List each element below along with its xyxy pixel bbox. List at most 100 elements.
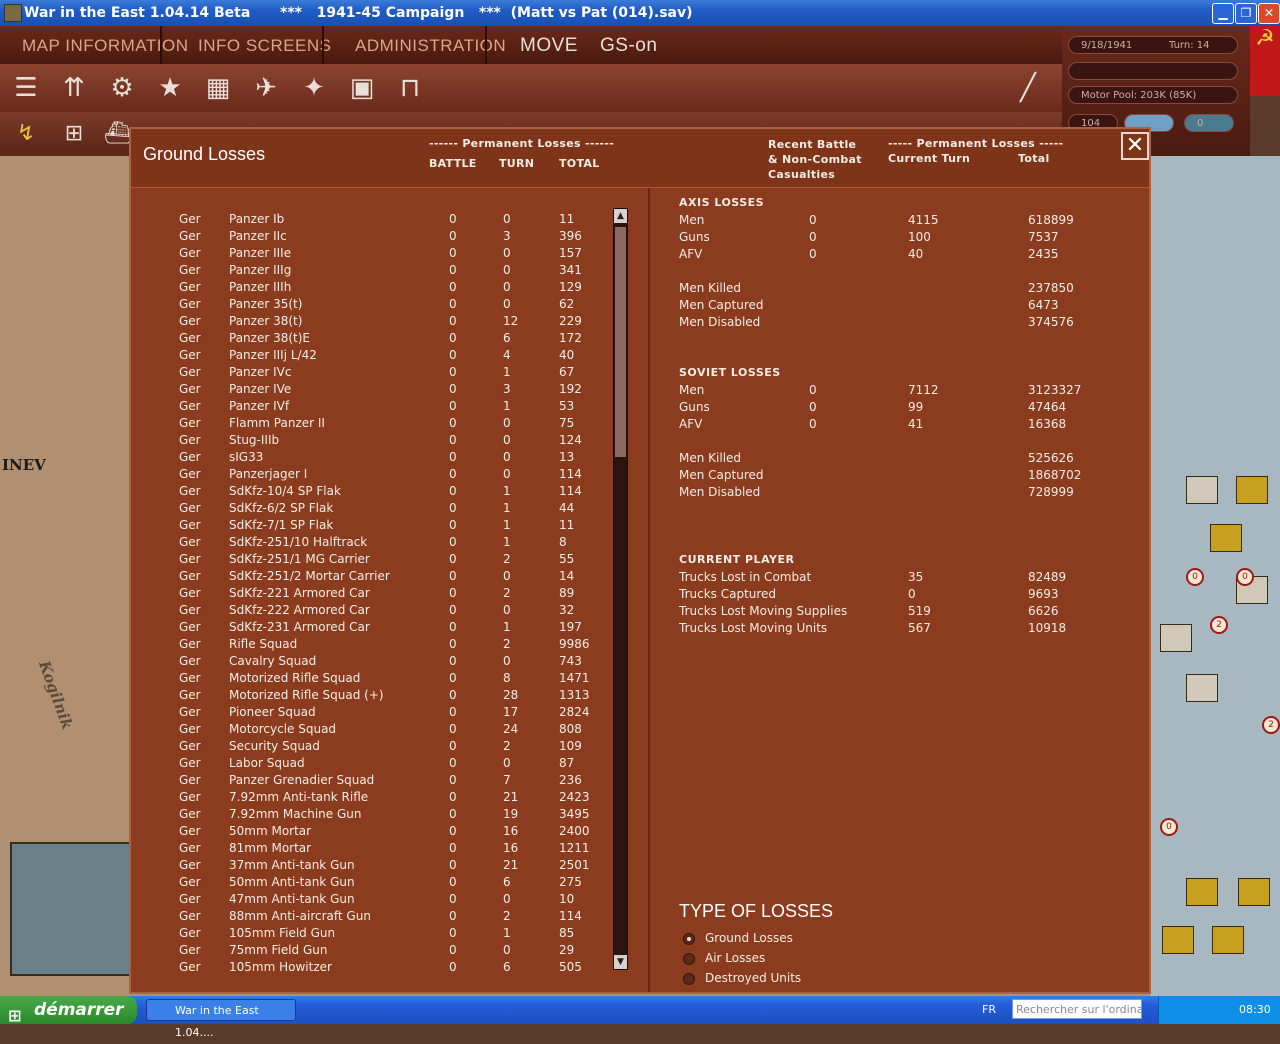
table-row[interactable]: Ger 7.92mm Anti-tank Rifle 0 21 2423 <box>131 790 611 807</box>
gear-icon[interactable]: ⚙ <box>104 70 140 106</box>
table-row[interactable]: Ger 37mm Anti-tank Gun 0 21 2501 <box>131 858 611 875</box>
table-row[interactable]: Ger SdKfz-7/1 SP Flak 0 1 11 <box>131 518 611 535</box>
menu-info-screens[interactable]: INFO SCREENS <box>198 36 332 56</box>
equipment-name-cell: SdKfz-231 Armored Car <box>229 620 370 634</box>
turn-cell: 6 <box>503 960 511 974</box>
table-row[interactable]: Ger Motorized Rifle Squad (+) 0 28 1313 <box>131 688 611 705</box>
taskbar-item-war-in-the-east[interactable]: War in the East 1.04.... <box>146 999 296 1039</box>
arrows-up-icon[interactable]: ⇈ <box>56 70 92 106</box>
ground-losses-list[interactable]: Ger Panzer Ib 0 0 11 Ger Panzer IIc 0 3 396 Ger Pan… <box>131 188 648 992</box>
table-row[interactable]: Ger Rifle Squad 0 2 9986 <box>131 637 611 654</box>
language-indicator[interactable]: FR <box>982 1003 996 1016</box>
table-row[interactable]: Ger Motorcycle Squad 0 24 808 <box>131 722 611 739</box>
gs-toggle-button[interactable]: GS-on <box>600 35 657 57</box>
table-row[interactable]: Ger Panzer 38(t) 0 12 229 <box>131 314 611 331</box>
pencil-icon[interactable]: ╱ <box>1010 70 1046 106</box>
table-row[interactable]: Ger 47mm Anti-tank Gun 0 0 10 <box>131 892 611 909</box>
table-row[interactable]: Ger sIG33 0 0 13 <box>131 450 611 467</box>
table-row: Guns 0 99 47464 <box>679 400 1179 417</box>
scroll-down-icon[interactable]: ▼ <box>614 955 627 969</box>
list-scrollbar[interactable]: ▲ ▼ <box>613 208 628 970</box>
f2-icon[interactable]: ⊞ <box>56 116 92 152</box>
side-cell: Ger <box>179 688 201 702</box>
table-row[interactable]: Ger Panzer IIIg 0 0 341 <box>131 263 611 280</box>
f1-icon[interactable]: ↯ <box>8 116 44 152</box>
layers-icon[interactable]: ☰ <box>8 70 44 106</box>
minimize-button[interactable]: ▁ <box>1212 3 1234 24</box>
table-row[interactable]: Ger SdKfz-251/2 Mortar Carrier 0 0 14 <box>131 569 611 586</box>
battle-cell: 0 <box>449 858 457 872</box>
col-total-header: TOTAL <box>559 157 600 170</box>
table-row[interactable]: Ger Panzerjager I 0 0 114 <box>131 467 611 484</box>
menu-map-information[interactable]: MAP INFORMATION <box>22 36 189 56</box>
unit-counter[interactable] <box>1186 878 1218 906</box>
radio-button-icon[interactable] <box>683 933 695 945</box>
table-row[interactable]: Ger SdKfz-6/2 SP Flak 0 1 44 <box>131 501 611 518</box>
table-row[interactable]: Ger 105mm Howitzer 0 6 505 <box>131 960 611 977</box>
move-mode-button[interactable]: MOVE <box>520 35 578 57</box>
table-row[interactable]: Ger Panzer IVc 0 1 67 <box>131 365 611 382</box>
unit-counter[interactable] <box>1210 524 1242 552</box>
radio-button-icon[interactable] <box>683 953 695 965</box>
table-row[interactable]: Ger Panzer IIIe 0 0 157 <box>131 246 611 263</box>
minimap[interactable] <box>10 842 132 976</box>
table-row[interactable]: Ger 88mm Anti-aircraft Gun 0 2 114 <box>131 909 611 926</box>
unit-counter[interactable] <box>1238 878 1270 906</box>
total-cell: 505 <box>559 960 582 974</box>
table-row[interactable]: Ger Security Squad 0 2 109 <box>131 739 611 756</box>
close-dialog-button[interactable]: ✕ <box>1121 132 1149 160</box>
table-row[interactable]: Ger 81mm Mortar 0 16 1211 <box>131 841 611 858</box>
unit-counter[interactable] <box>1162 926 1194 954</box>
table-row[interactable]: Ger 105mm Field Gun 0 1 85 <box>131 926 611 943</box>
search-input[interactable]: Rechercher sur l'ordinateur <box>1012 999 1142 1019</box>
fuel-icon[interactable]: ▣ <box>344 70 380 106</box>
tank-icon[interactable]: ▦ <box>200 70 236 106</box>
table-row[interactable]: Ger Motorized Rifle Squad 0 8 1471 <box>131 671 611 688</box>
table-row[interactable]: Ger 50mm Mortar 0 16 2400 <box>131 824 611 841</box>
table-row[interactable]: Ger Panzer Ib 0 0 11 <box>131 212 611 229</box>
star-icon[interactable]: ★ <box>152 70 188 106</box>
table-row[interactable]: Ger Panzer IVe 0 3 192 <box>131 382 611 399</box>
table-row[interactable]: Ger Pioneer Squad 0 17 2824 <box>131 705 611 722</box>
table-row[interactable]: Ger Labor Squad 0 0 87 <box>131 756 611 773</box>
start-button[interactable]: ⊞ démarrer <box>0 996 137 1025</box>
table-row[interactable]: Ger Panzer IIIh 0 0 129 <box>131 280 611 297</box>
table-row[interactable]: Ger 75mm Field Gun 0 0 29 <box>131 943 611 960</box>
table-row[interactable]: Ger 7.92mm Machine Gun 0 19 3495 <box>131 807 611 824</box>
menu-administration[interactable]: ADMINISTRATION <box>355 36 506 56</box>
table-row[interactable]: Ger SdKfz-10/4 SP Flak 0 1 114 <box>131 484 611 501</box>
close-window-button[interactable]: ✕ <box>1258 3 1280 24</box>
table-row[interactable]: Ger SdKfz-222 Armored Car 0 0 32 <box>131 603 611 620</box>
side-cell: Ger <box>179 314 201 328</box>
table-row[interactable]: Ger 50mm Anti-tank Gun 0 6 275 <box>131 875 611 892</box>
bomb-icon[interactable]: ✦ <box>296 70 332 106</box>
scroll-up-icon[interactable]: ▲ <box>614 209 627 223</box>
aircraft-icon[interactable]: ✈ <box>248 70 284 106</box>
unit-counter[interactable] <box>1236 476 1268 504</box>
table-row[interactable]: Ger Panzer Grenadier Squad 0 7 236 <box>131 773 611 790</box>
unit-counter[interactable] <box>1212 926 1244 954</box>
radio-button-icon[interactable] <box>683 973 695 985</box>
rail-icon[interactable]: ⊓ <box>392 70 428 106</box>
total-cell: 114 <box>559 467 582 481</box>
table-row[interactable]: Ger SdKfz-251/1 MG Carrier 0 2 55 <box>131 552 611 569</box>
total-cell: 2501 <box>559 858 590 872</box>
table-row[interactable]: Ger Cavalry Squad 0 0 743 <box>131 654 611 671</box>
table-row[interactable]: Ger SdKfz-221 Armored Car 0 2 89 <box>131 586 611 603</box>
table-row[interactable]: Ger Flamm Panzer II 0 0 75 <box>131 416 611 433</box>
table-row[interactable]: Ger Panzer IIc 0 3 396 <box>131 229 611 246</box>
scrollbar-thumb[interactable] <box>615 227 626 457</box>
table-row[interactable]: Ger Stug-IIIb 0 0 124 <box>131 433 611 450</box>
maximize-button[interactable]: ❐ <box>1235 3 1257 24</box>
table-row[interactable]: Ger Panzer IIIj L/42 0 4 40 <box>131 348 611 365</box>
unit-counter[interactable] <box>1186 674 1218 702</box>
table-row[interactable]: Ger Panzer 35(t) 0 0 62 <box>131 297 611 314</box>
table-row[interactable]: Ger Panzer 38(t)E 0 6 172 <box>131 331 611 348</box>
turn-cell: 0 <box>503 297 511 311</box>
side-cell: Ger <box>179 926 201 940</box>
main-menubar: MAP INFORMATION INFO SCREENS ADMINISTRAT… <box>0 26 1062 64</box>
unit-counter[interactable] <box>1186 476 1218 504</box>
table-row[interactable]: Ger SdKfz-251/10 Halftrack 0 1 8 <box>131 535 611 552</box>
table-row[interactable]: Ger Panzer IVf 0 1 53 <box>131 399 611 416</box>
table-row[interactable]: Ger SdKfz-231 Armored Car 0 1 197 <box>131 620 611 637</box>
